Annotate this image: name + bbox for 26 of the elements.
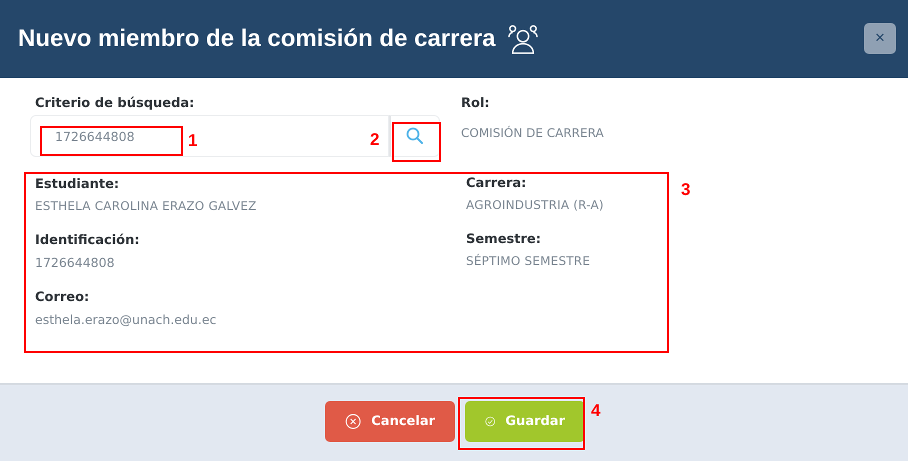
field-value: SÉPTIMO SEMESTRE	[466, 254, 592, 268]
field-label: Carrera:	[466, 176, 528, 191]
cancel-button[interactable]: Cancelar	[325, 400, 455, 442]
dialog-title: Nuevo miembro de la comisión de carrera	[18, 25, 496, 53]
x-circle-icon	[345, 412, 362, 430]
search-button[interactable]	[389, 115, 440, 157]
field-label: Rol:	[461, 96, 491, 111]
field-value: ESTHELA CAROLINA ERAZO GALVEZ	[35, 199, 258, 213]
field-value: COMISIÓN DE CARRERA	[461, 126, 604, 140]
people-icon	[506, 24, 540, 54]
search-icon	[405, 126, 425, 146]
field-label: Criterio de búsqueda:	[35, 96, 196, 111]
annotation-number: 1	[188, 131, 198, 151]
field-label: Identificación:	[35, 233, 141, 248]
close-button[interactable]: ×	[864, 22, 896, 54]
highlight-frame	[392, 122, 441, 162]
save-button[interactable]: Guardar	[465, 400, 585, 442]
annotation-number: 2	[370, 130, 380, 150]
field-value: AGROINDUSTRIA (R-A)	[466, 198, 604, 212]
field-value: esthela.erazo@unach.edu.ec	[35, 312, 218, 327]
annotation-number: 3	[681, 180, 690, 200]
field-value: 1726644808	[35, 255, 116, 270]
field-label: Correo:	[35, 290, 90, 305]
annotation-number: 4	[591, 401, 600, 421]
field-label: Semestre:	[466, 232, 542, 247]
field-label: Estudiante:	[35, 177, 120, 192]
